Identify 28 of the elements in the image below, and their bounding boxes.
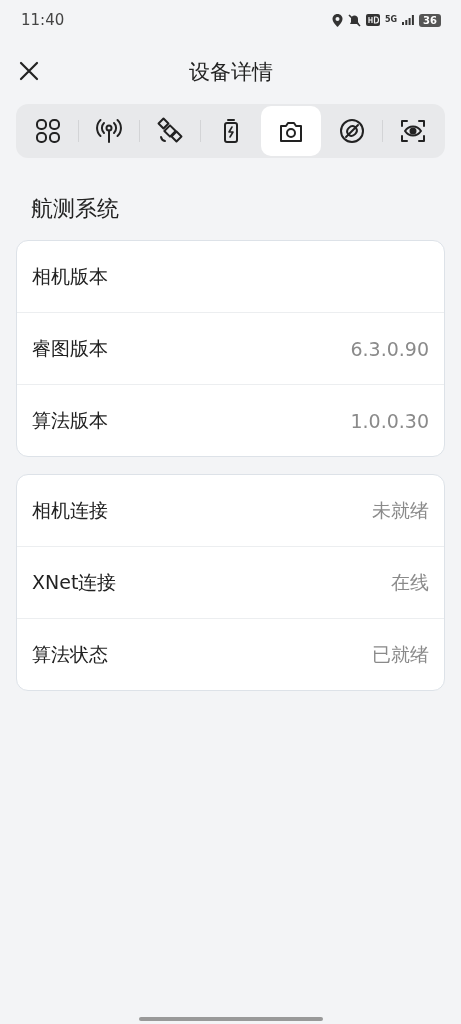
- row-value: 6.3.0.90: [350, 337, 429, 360]
- propeller-icon: [338, 117, 367, 145]
- section-title: 航测系统: [30, 195, 120, 223]
- row-label: 睿图版本: [32, 335, 108, 361]
- close-icon: [18, 60, 40, 82]
- row-value: 已就绪: [372, 641, 429, 667]
- page-title: 设备详情: [188, 59, 273, 86]
- battery-indicator: 36: [419, 13, 441, 27]
- status-time: 11:40: [21, 11, 65, 29]
- mute-icon: [347, 13, 361, 27]
- location-icon: [331, 13, 343, 27]
- eye-icon: [399, 117, 428, 145]
- row-value: 在线: [391, 569, 429, 595]
- hd-icon: [365, 14, 380, 26]
- row-label: 算法版本: [32, 407, 108, 433]
- row-label: 算法状态: [32, 641, 108, 667]
- signal-icon: [402, 15, 415, 25]
- row-value: 1.0.0.30: [350, 409, 429, 432]
- antenna-icon: [94, 117, 123, 145]
- row-value: 未就绪: [372, 497, 429, 523]
- network-label: 5G: [384, 16, 398, 24]
- row-label: XNet连接: [32, 569, 117, 595]
- close-button[interactable]: [18, 60, 40, 82]
- row-label: 相机连接: [32, 497, 108, 523]
- camera-tab[interactable]: [261, 106, 322, 156]
- grid-icon: [33, 117, 62, 145]
- row-label: 相机版本: [32, 263, 108, 289]
- satellite-icon: [155, 117, 184, 145]
